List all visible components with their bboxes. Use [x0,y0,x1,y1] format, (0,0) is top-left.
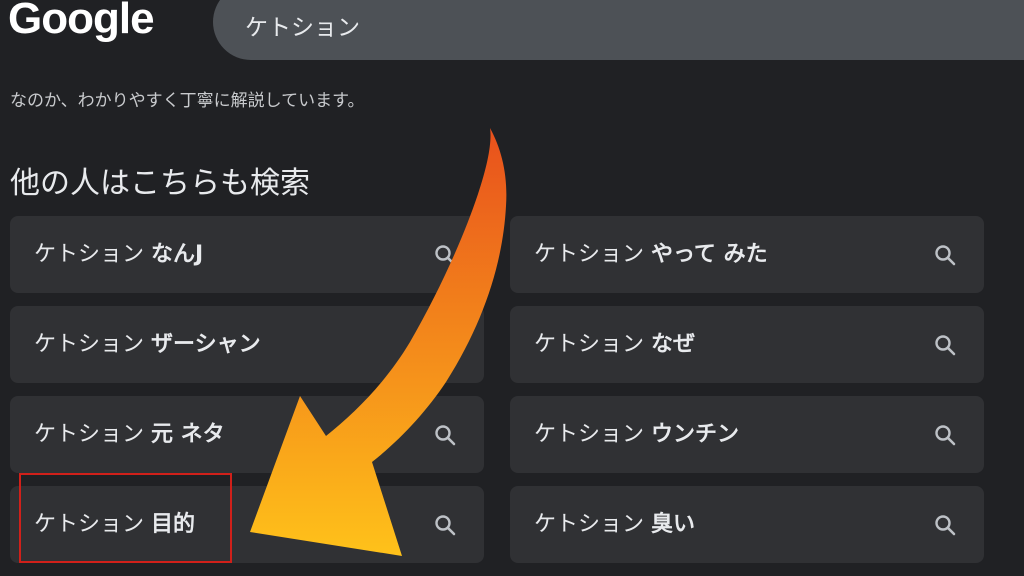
related-searches-title: 他の人はこちらも検索 [10,166,310,201]
related-search-chip[interactable]: ケトション ウンチン [510,396,984,473]
search-icon [935,425,956,446]
related-search-chip[interactable]: ケトション 臭い [510,486,984,563]
search-icon [435,515,456,536]
chip-label: ケトション なんJ [34,242,204,267]
related-search-chip[interactable]: ケトション やって みた [510,216,984,293]
search-icon [935,335,956,356]
related-search-chip[interactable]: ケトション なんJ [10,216,484,293]
google-logo[interactable]: Google [8,0,155,44]
chip-label: ケトション やって みた [534,242,768,267]
search-icon [435,425,456,446]
chip-label: ケトション 元 ネタ [34,422,225,447]
search-query-text[interactable]: ケトション [245,8,360,42]
chip-label: ケトション 臭い [534,512,696,537]
chip-label: ケトション ウンチン [534,422,740,447]
highlight-box [19,473,232,563]
result-snippet: なのか、わかりやすく丁寧に解説しています。 [10,91,365,111]
related-search-chip[interactable]: ケトション ザーシャン [10,306,484,383]
related-search-chip[interactable]: ケトション 元 ネタ [10,396,484,473]
search-icon [935,515,956,536]
chip-label: ケトション なぜ [534,332,696,357]
search-icon [935,245,956,266]
search-icon [435,245,456,266]
related-search-chip[interactable]: ケトション なぜ [510,306,984,383]
search-icon [435,335,456,356]
chip-label: ケトション ザーシャン [34,332,261,357]
